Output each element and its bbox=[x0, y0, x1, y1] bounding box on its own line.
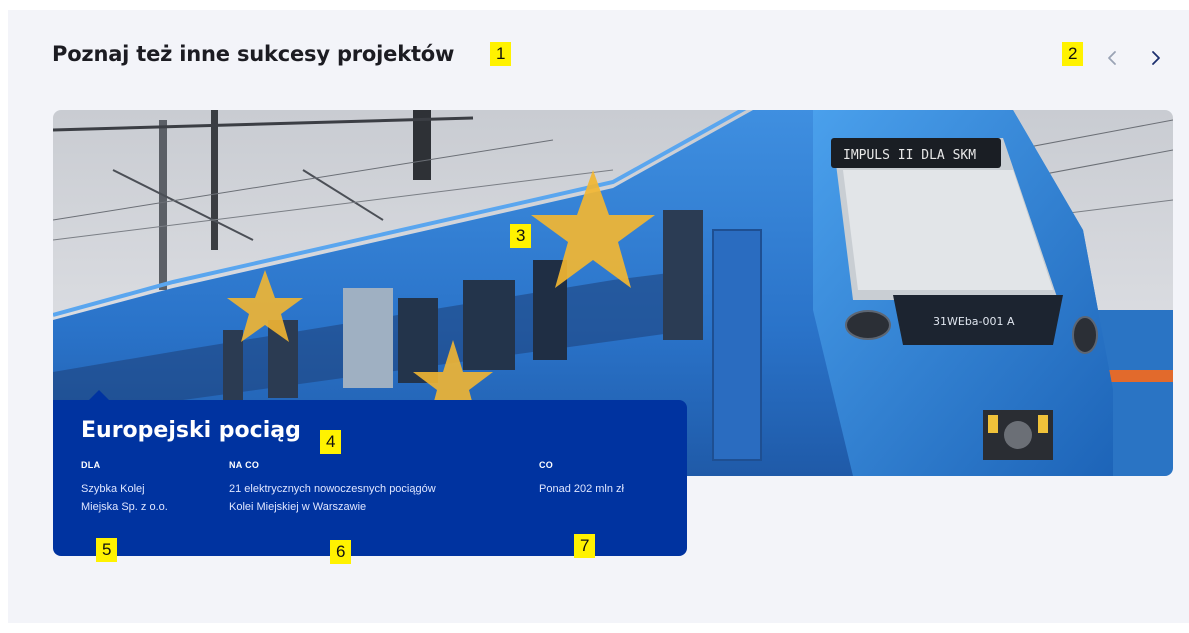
column-label: CO bbox=[539, 460, 554, 470]
slide-title: Europejski pociąg bbox=[81, 418, 301, 443]
column-value: Szybka Kolej Miejska Sp. z o.o. bbox=[81, 483, 168, 513]
annotation-marker-6: 6 bbox=[330, 540, 352, 564]
column-recipient: DLA Szybka Kolej Miejska Sp. z o.o. bbox=[81, 460, 221, 516]
unit-number-text: 31WEba-001 A bbox=[933, 315, 1015, 328]
carousel-prev-button[interactable] bbox=[1100, 46, 1124, 70]
carousel-next-button[interactable] bbox=[1144, 46, 1168, 70]
annotation-marker-7: 7 bbox=[574, 534, 596, 558]
annotation-marker-1: 1 bbox=[490, 42, 512, 66]
column-value: 21 elektrycznych nowoczesnych pociągów K… bbox=[229, 483, 436, 513]
annotation-marker-5: 5 bbox=[96, 538, 118, 562]
section-title: Poznaj też inne sukcesy projektów bbox=[52, 42, 455, 66]
column-value: Ponad 202 mln zł bbox=[539, 483, 624, 495]
annotation-marker-3: 3 bbox=[510, 224, 532, 248]
chevron-right-icon bbox=[1152, 51, 1160, 65]
column-purpose: NA CO 21 elektrycznych nowoczesnych poci… bbox=[229, 460, 529, 516]
annotation-marker-2: 2 bbox=[1062, 42, 1084, 66]
annotation-marker-4: 4 bbox=[320, 430, 342, 454]
column-amount: CO Ponad 202 mln zł bbox=[539, 460, 679, 498]
destination-board-text: IMPULS II DLA SKM bbox=[843, 148, 976, 163]
column-label: NA CO bbox=[229, 460, 260, 470]
projects-section: Poznaj też inne sukcesy projektów IMPULS… bbox=[8, 10, 1189, 623]
slide-info-card: Europejski pociąg DLA Szybka Kolej Miejs… bbox=[53, 390, 687, 556]
column-label: DLA bbox=[81, 460, 101, 470]
chevron-left-icon bbox=[1108, 51, 1116, 65]
